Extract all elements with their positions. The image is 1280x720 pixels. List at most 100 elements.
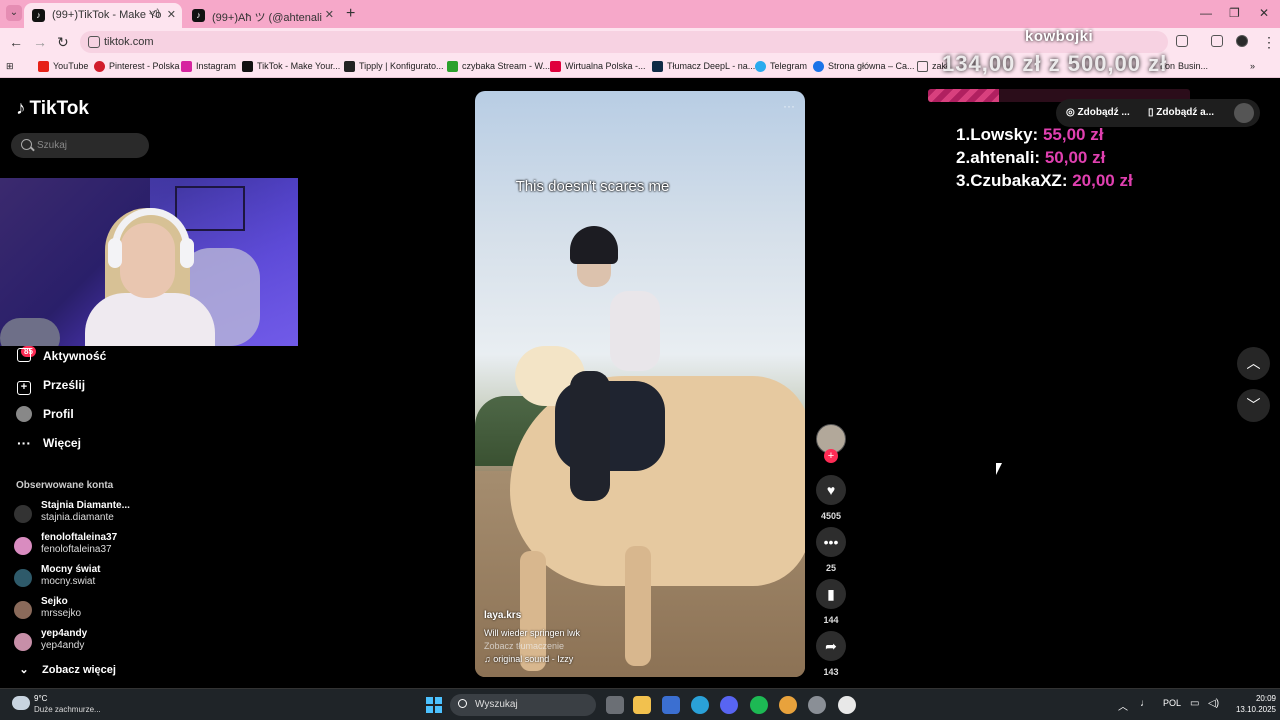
bookmark-pinterest[interactable]: Pinterest - Polska (94, 61, 180, 72)
bookmark-wp[interactable]: Wirtualna Polska -... (550, 61, 646, 72)
spotify-icon[interactable] (750, 696, 768, 714)
tiktok-logo-icon: ♪ (16, 98, 26, 119)
discord-icon[interactable] (720, 696, 738, 714)
next-video-button[interactable]: ﹀ (1237, 389, 1270, 422)
followed-account[interactable]: Stajnia Diamante... stajnia.diamante (14, 500, 154, 530)
get-app-button[interactable]: ▯ Zdobądź a... (1148, 107, 1214, 118)
followed-account[interactable]: yep4andy yep4andy (14, 628, 154, 658)
bookmark-instagram[interactable]: Instagram (181, 61, 236, 72)
reload-button[interactable]: ↻ (57, 34, 69, 51)
browser-tab-bar: ⌄ ♪ (99+)TikTok - Make Your Da ◁) ✕ ♪ (9… (0, 0, 1280, 28)
start-button[interactable] (426, 697, 442, 713)
followed-account[interactable]: Mocny świat mocny.swiat (14, 564, 154, 594)
clock-time[interactable]: 20:09 (1244, 694, 1276, 703)
bookmark-tipply[interactable]: Tipply | Konfigurato... (344, 61, 444, 72)
get-coins-button[interactable]: ◎ Zdobądź ... (1066, 107, 1130, 118)
bookmark-label: Busin... (1178, 61, 1209, 71)
avatar (14, 505, 32, 523)
playlist-icon[interactable] (1211, 35, 1223, 47)
language-indicator[interactable]: POL (1163, 698, 1181, 708)
leaderboard-row: 1.Lowsky: 55,00 zł (956, 125, 1103, 145)
followed-account[interactable]: Sejko mrssejko (14, 596, 154, 626)
coin-icon: ◎ (1066, 107, 1078, 118)
clock-date[interactable]: 13.10.2025 (1228, 705, 1276, 714)
search-input[interactable]: Szukaj (11, 133, 149, 158)
minimize-button[interactable]: — (1200, 6, 1212, 20)
back-button[interactable]: ← (9, 34, 23, 50)
close-tab-icon[interactable]: ✕ (167, 8, 176, 21)
comment-button[interactable]: ••• (816, 527, 846, 557)
logo-text: TikTok (29, 98, 89, 119)
bookmark-czybaka[interactable]: czybaka Stream - W... (447, 61, 550, 72)
cloud-icon[interactable] (12, 696, 30, 710)
profile-avatar-icon[interactable] (1236, 35, 1248, 47)
avatar (14, 569, 32, 587)
tray-chevron-icon[interactable]: ︿ (1118, 698, 1128, 713)
taskbar-search[interactable]: Wyszukaj (450, 694, 596, 716)
bookmark-business[interactable]: Busin... (1163, 61, 1208, 71)
like-button[interactable]: ♥ (816, 475, 846, 505)
sidebar-item-label: Prześlij (43, 378, 86, 392)
file-explorer-icon[interactable] (633, 696, 651, 714)
screen: ⌄ ♪ (99+)TikTok - Make Your Da ◁) ✕ ♪ (9… (0, 0, 1280, 720)
bookmark-tiktok[interactable]: TikTok - Make Your... (242, 61, 341, 72)
new-tab-button[interactable]: + (346, 5, 355, 23)
share-button[interactable]: ➦ (816, 631, 846, 661)
weather-description[interactable]: Duże zachmurze... (34, 705, 101, 714)
extensions-icon[interactable] (1176, 35, 1188, 47)
leaderboard-amount: 20,00 zł (1072, 171, 1133, 190)
account-username: stajnia.diamante (41, 512, 114, 523)
display-icon[interactable]: ▭ (1190, 698, 1199, 709)
user-avatar[interactable] (1234, 103, 1254, 123)
wp-icon (550, 61, 561, 72)
sidebar-item-label: Więcej (43, 436, 81, 450)
tiktok-favicon-icon: ♪ (192, 9, 205, 22)
video-sound[interactable]: ♫ original sound - Izzy (484, 654, 573, 664)
browser-menu-icon[interactable]: ⋮ (1262, 34, 1276, 51)
close-window-button[interactable]: ✕ (1259, 6, 1269, 20)
microphone-icon[interactable]: ♩ (1140, 698, 1150, 709)
follow-plus-icon[interactable]: + (824, 449, 838, 463)
address-bar[interactable]: tiktok.com (80, 31, 1168, 53)
obs-icon[interactable] (808, 696, 826, 714)
video-player[interactable]: ··· This doesn't scares me laya.krs Will… (475, 91, 805, 677)
tab-tiktok-active[interactable]: ♪ (99+)TikTok - Make Your Da ◁) ✕ (24, 3, 182, 28)
tab-title: (99+)TikTok - Make Your Da (52, 9, 162, 21)
forward-button[interactable]: → (33, 34, 47, 50)
previous-video-button[interactable]: ︿ (1237, 347, 1270, 380)
store-icon[interactable] (662, 696, 680, 714)
volume-icon[interactable]: ◁) (1208, 698, 1219, 709)
close-tab-icon[interactable]: ✕ (325, 8, 334, 21)
tiktok-logo[interactable]: ♪ TikTok (16, 98, 89, 120)
apps-grid-icon[interactable]: ⊞ (6, 61, 14, 72)
save-button[interactable]: ▮ (816, 579, 846, 609)
share-count: 143 (823, 667, 839, 677)
pill-label: Zdobądź a... (1156, 107, 1215, 118)
pinterest-icon (94, 61, 105, 72)
speaker-icon[interactable]: ◁) (149, 8, 160, 19)
chrome-icon[interactable] (779, 696, 797, 714)
tab-ahtenali[interactable]: ♪ (99+)Aħ ツ (@ahtenali) | TikTok ✕ (184, 3, 340, 28)
site-info-icon[interactable] (88, 36, 100, 48)
leaderboard-row: 3.CzubakaXZ: 20,00 zł (956, 171, 1133, 191)
bookmark-deepl[interactable]: Tłumacz DeepL - na... (652, 61, 755, 72)
restore-button[interactable]: ❐ (1229, 6, 1240, 20)
task-view-icon[interactable] (606, 696, 624, 714)
bookmark-label: TikTok - Make Your... (257, 61, 341, 71)
goal-amount: 134,00 zł z 500,00 zł (942, 51, 1168, 76)
bookmark-telegram[interactable]: Telegram (755, 61, 807, 72)
sidebar-item-label: Aktywność (43, 349, 107, 363)
weather-temperature[interactable]: 9°C (34, 694, 47, 703)
see-more-button[interactable]: ⌄ Zobacz więcej (16, 663, 116, 676)
followed-account[interactable]: fenoloftaleina37 fenoloftaleina37 (14, 532, 154, 562)
video-author[interactable]: laya.krs (484, 610, 521, 621)
video-options-icon[interactable]: ··· (783, 99, 795, 113)
leaderboard-name: CzubakaXZ: (970, 171, 1068, 190)
bookmark-youtube[interactable]: YouTube (38, 61, 88, 72)
translate-link[interactable]: Zobacz tłumaczenie (484, 641, 564, 651)
edge-icon[interactable] (691, 696, 709, 714)
app-icon[interactable] (838, 696, 856, 714)
bookmark-canva[interactable]: Strona główna – Ca... (813, 61, 915, 72)
more-bookmarks-icon[interactable]: » (1250, 61, 1255, 71)
tab-search-button[interactable]: ⌄ (6, 5, 22, 21)
